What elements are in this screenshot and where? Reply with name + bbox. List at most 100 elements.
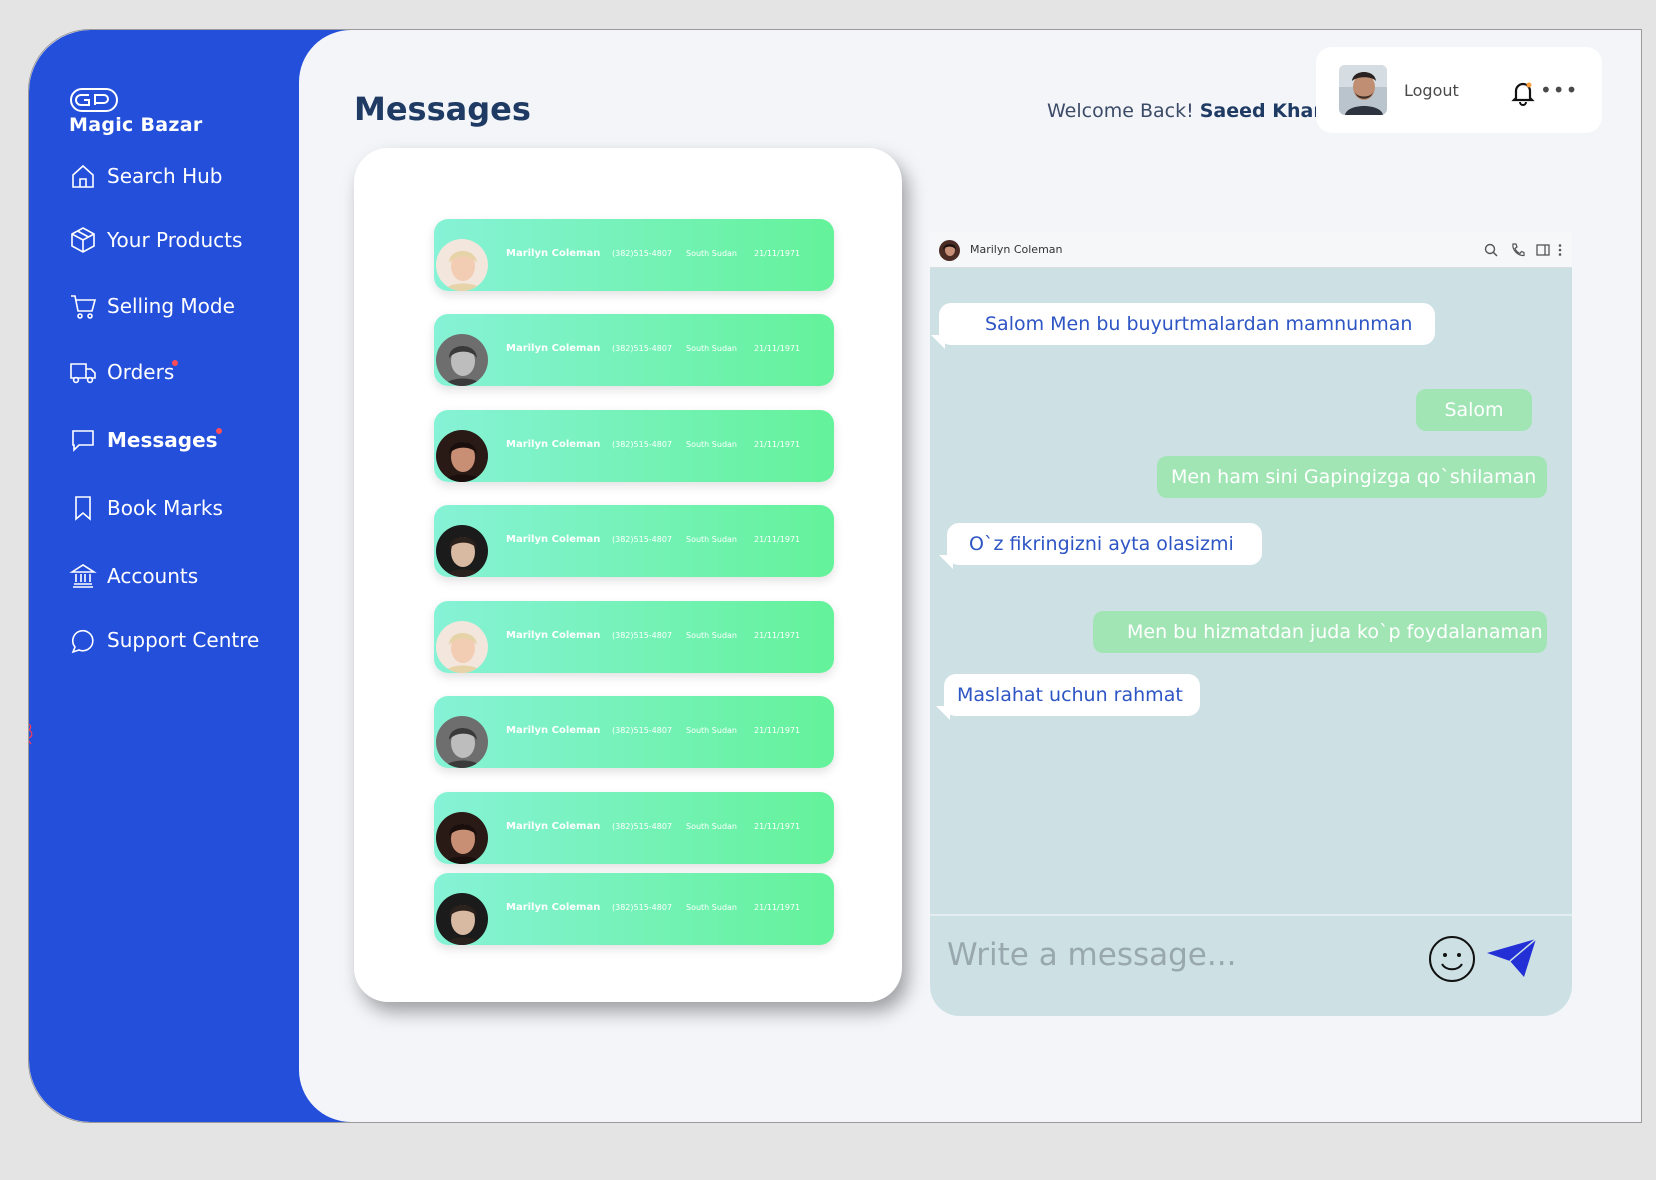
avatar	[436, 621, 488, 673]
avatar-photo-icon	[436, 334, 488, 386]
sidebar-item-search-hub[interactable]: Search Hub	[69, 162, 222, 190]
chat-header: Marilyn Coleman	[930, 232, 1572, 268]
avatar[interactable]	[1339, 65, 1387, 115]
sidebar-item-label: Your Products	[107, 228, 243, 252]
sidebar-item-label: Search Hub	[107, 164, 223, 188]
contact-country: South Sudan	[686, 440, 737, 449]
contact-country: South Sudan	[686, 249, 737, 258]
contact-country: South Sudan	[686, 631, 737, 640]
logo-icon	[70, 88, 118, 112]
avatar	[436, 893, 488, 945]
sidebar-item-orders[interactable]: Orders	[69, 358, 179, 386]
contact-row[interactable]: Marilyn Coleman (382)515-4807 South Sudan 2…	[434, 410, 834, 482]
contact-name: Marilyn Coleman	[506, 534, 601, 545]
phone-icon[interactable]	[1510, 242, 1526, 258]
contact-row[interactable]: Marilyn Coleman (382)515-4807 South Sudan 2…	[434, 314, 834, 386]
sidebar-item-support-centre[interactable]: Support Centre	[69, 626, 259, 654]
welcome-prefix: Welcome Back!	[1047, 100, 1194, 122]
page-title: Messages	[354, 90, 531, 128]
emoji-icon[interactable]	[1428, 935, 1476, 983]
chat-bubble-icon	[71, 630, 94, 654]
contact-date: 21/11/1971	[754, 903, 801, 912]
sidebar-item-messages[interactable]: Messages	[69, 426, 222, 454]
box-icon	[71, 227, 95, 253]
outgoing-message: Salom	[1416, 389, 1532, 431]
contact-name: Marilyn Coleman	[506, 821, 601, 832]
stray-mark-icon	[29, 723, 33, 745]
avatar	[436, 334, 488, 386]
app-window: Magic Bazar Search Hub Your Products Sel…	[28, 29, 1642, 1123]
contact-list-panel: Marilyn Coleman (382)515-4807 South Sudan 2…	[354, 148, 902, 1002]
outgoing-message: Men bu hizmatdan juda ko`p foydalanaman	[1093, 611, 1547, 653]
more-options-icon[interactable]: •••	[1540, 80, 1578, 100]
sidebar-item-label: Orders	[107, 360, 175, 384]
avatar[interactable]	[939, 240, 960, 261]
bookmark-icon	[75, 496, 91, 521]
sidebar-item-label: Support Centre	[107, 628, 260, 652]
contact-row[interactable]: Marilyn Coleman (382)515-4807 South Sudan 2…	[434, 873, 834, 945]
contact-date: 21/11/1971	[754, 440, 801, 449]
sidebar-item-label: Book Marks	[107, 496, 223, 520]
logout-button[interactable]: Logout	[1404, 81, 1459, 100]
avatar-photo-icon	[436, 239, 488, 291]
contact-phone: (382)515-4807	[612, 903, 673, 912]
search-icon[interactable]	[1483, 242, 1499, 258]
sidebar-item-book-marks[interactable]: Book Marks	[69, 494, 223, 522]
contact-country: South Sudan	[686, 822, 737, 831]
sidebar-item-your-products[interactable]: Your Products	[69, 226, 242, 254]
home-icon	[72, 164, 94, 188]
contact-row[interactable]: Marilyn Coleman (382)515-4807 South Sudan 2…	[434, 601, 834, 673]
contact-row[interactable]: Marilyn Coleman (382)515-4807 South Sudan 2…	[434, 696, 834, 768]
contact-country: South Sudan	[686, 344, 737, 353]
chat-contact-name: Marilyn Coleman	[970, 243, 1063, 256]
message-icon	[72, 430, 94, 452]
incoming-message: O`z fikringizni ayta olasizmi	[947, 523, 1262, 565]
welcome-text: Welcome Back! Saeed Khan	[1047, 100, 1327, 122]
avatar-photo-icon	[436, 430, 488, 482]
contact-country: South Sudan	[686, 535, 737, 544]
incoming-message: Salom Men bu buyurtmalardan mamnunman	[939, 303, 1435, 345]
avatar-photo-icon	[436, 525, 488, 577]
contact-row[interactable]: Marilyn Coleman (382)515-4807 South Sudan 2…	[434, 505, 834, 577]
notification-badge	[215, 428, 222, 434]
avatar	[436, 430, 488, 482]
contact-phone: (382)515-4807	[612, 249, 673, 258]
contact-row[interactable]: Marilyn Coleman (382)515-4807 South Sudan 2…	[434, 792, 834, 864]
avatar-photo-icon	[436, 893, 488, 945]
message-input[interactable]	[947, 932, 1417, 978]
brand-name: Magic Bazar	[69, 114, 203, 136]
contact-country: South Sudan	[686, 726, 737, 735]
avatar	[436, 812, 488, 864]
bell-icon[interactable]	[1510, 79, 1536, 107]
contact-phone: (382)515-4807	[612, 344, 673, 353]
send-icon[interactable]	[1484, 935, 1540, 981]
avatar-photo-icon	[436, 812, 488, 864]
composer-divider	[930, 914, 1572, 916]
incoming-message: Maslahat uchun rahmat	[944, 674, 1200, 716]
sidebar-item-accounts[interactable]: Accounts	[69, 562, 198, 590]
sidebar-toggle-icon[interactable]	[1535, 242, 1551, 258]
avatar-photo-icon	[1339, 65, 1387, 115]
contact-date: 21/11/1971	[754, 344, 801, 353]
chat-panel: Marilyn Coleman Salom Men bu buyurtmalar…	[930, 232, 1572, 1016]
avatar	[436, 525, 488, 577]
contact-phone: (382)515-4807	[612, 440, 673, 449]
contact-name: Marilyn Coleman	[506, 439, 601, 450]
kebab-menu-icon[interactable]	[1552, 242, 1568, 258]
sidebar-item-label: Selling Mode	[107, 294, 235, 318]
contact-phone: (382)515-4807	[612, 631, 673, 640]
avatar-photo-icon	[436, 716, 488, 768]
contact-date: 21/11/1971	[754, 726, 801, 735]
sidebar-item-selling-mode[interactable]: Selling Mode	[69, 292, 235, 320]
user-name: Saeed Khan	[1199, 100, 1327, 122]
avatar	[436, 239, 488, 291]
avatar	[436, 716, 488, 768]
contact-date: 21/11/1971	[754, 822, 801, 831]
contact-name: Marilyn Coleman	[506, 902, 601, 913]
contact-date: 21/11/1971	[754, 249, 801, 258]
avatar-photo-icon	[939, 240, 960, 261]
contact-date: 21/11/1971	[754, 631, 801, 640]
contact-name: Marilyn Coleman	[506, 248, 601, 259]
contact-row[interactable]: Marilyn Coleman (382)515-4807 South Sudan 2…	[434, 219, 834, 291]
sidebar-item-label: Messages	[107, 428, 218, 452]
